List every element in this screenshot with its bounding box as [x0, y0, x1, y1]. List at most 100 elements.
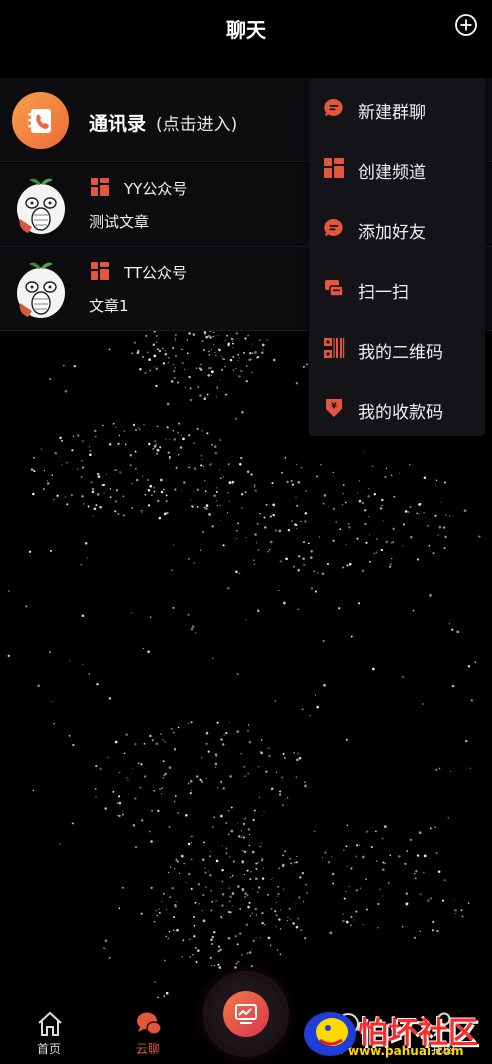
star-dot [176, 928, 179, 932]
star-dot [409, 535, 413, 539]
address-book-icon [12, 92, 69, 149]
plus-circle-icon[interactable] [454, 13, 478, 37]
star-dot [245, 380, 248, 383]
star-dot [177, 431, 179, 434]
star-dot [406, 850, 408, 852]
star-dot [201, 757, 203, 759]
star-dot [474, 661, 477, 664]
star-dot [163, 512, 167, 516]
star-dot [231, 346, 234, 349]
star-dot [172, 363, 175, 366]
star-dot [255, 877, 258, 881]
star-dot [246, 952, 249, 955]
star-dot [136, 351, 140, 355]
chat-preview: 测试文章 [89, 213, 150, 231]
star-dot [225, 393, 228, 396]
star-dot [177, 860, 179, 863]
star-dot [177, 422, 181, 425]
star-dot [175, 356, 177, 358]
star-dot [201, 458, 203, 460]
star-dot [135, 467, 137, 470]
star-dot [467, 665, 471, 668]
star-dot [385, 540, 388, 544]
star-dot [179, 446, 183, 449]
star-dot [272, 877, 274, 879]
star-dot [358, 480, 361, 482]
star-dot [147, 351, 149, 353]
star-dot [266, 339, 268, 341]
star-dot [188, 938, 191, 941]
star-dot [322, 857, 323, 859]
star-dot [140, 819, 144, 822]
star-dot [154, 440, 157, 443]
star-dot [102, 483, 105, 487]
star-dot [131, 612, 133, 614]
star-dot [242, 850, 244, 852]
star-dot [402, 523, 405, 526]
star-dot [165, 500, 168, 503]
star-dot [175, 340, 177, 342]
menu-item-create-channel[interactable]: 创建频道 [309, 138, 485, 198]
star-dot [443, 546, 446, 550]
star-dot [292, 922, 295, 925]
star-dot [82, 502, 85, 505]
star-dot [153, 486, 155, 489]
menu-item-new-group[interactable]: 新建群聊 [309, 78, 485, 138]
star-dot [211, 443, 213, 446]
star-dot [190, 499, 192, 501]
star-dot [193, 442, 195, 444]
menu-item-add-friend[interactable]: 添加好友 [309, 198, 485, 258]
menu-item-my-qrcode[interactable]: 我的二维码 [309, 318, 485, 378]
star-dot [435, 852, 438, 855]
star-dot [118, 814, 121, 818]
star-dot [32, 492, 35, 496]
star-dot [216, 388, 219, 390]
star-dot [188, 332, 191, 335]
star-dot [91, 490, 95, 494]
star-dot [133, 341, 137, 344]
star-dot [243, 351, 246, 354]
star-dot [227, 463, 230, 466]
star-dot [407, 511, 410, 513]
tab-home[interactable]: 首页 [14, 1000, 84, 1064]
star-dot [222, 787, 225, 790]
star-dot [213, 931, 216, 934]
star-dot [240, 456, 243, 460]
star-dot [211, 525, 214, 528]
star-dot [210, 463, 213, 465]
star-dot [114, 740, 118, 744]
menu-item-scan[interactable]: 扫一扫 [309, 258, 485, 318]
star-dot [331, 855, 333, 858]
star-dot [148, 358, 152, 361]
star-dot [287, 916, 289, 918]
star-dot [95, 795, 97, 798]
page-title: 聊天 [226, 18, 266, 42]
star-dot [453, 900, 456, 902]
star-dot [259, 339, 261, 341]
star-dot [353, 919, 355, 921]
star-dot [240, 830, 242, 832]
menu-item-my-payment-code[interactable]: ¥ 我的收款码 [309, 378, 485, 438]
star-dot [156, 452, 158, 455]
star-dot [165, 991, 169, 995]
star-dot [295, 776, 298, 779]
star-dot [402, 545, 404, 547]
star-dot [181, 956, 183, 958]
star-dot [214, 351, 216, 353]
star-dot [251, 888, 253, 890]
star-dot [240, 953, 243, 957]
star-dot [209, 873, 212, 877]
star-dot [104, 939, 108, 943]
tab-cloud-chat[interactable]: 云聊 [113, 1000, 183, 1064]
star-dot [123, 430, 126, 432]
star-dot [371, 465, 374, 468]
star-dot [134, 450, 137, 453]
star-dot [322, 639, 325, 642]
star-dot [454, 908, 457, 912]
star-dot [229, 856, 231, 858]
star-dot [295, 925, 299, 929]
star-dot [248, 740, 252, 744]
star-dot [161, 787, 163, 789]
star-dot [279, 953, 282, 955]
star-dot [40, 448, 42, 450]
